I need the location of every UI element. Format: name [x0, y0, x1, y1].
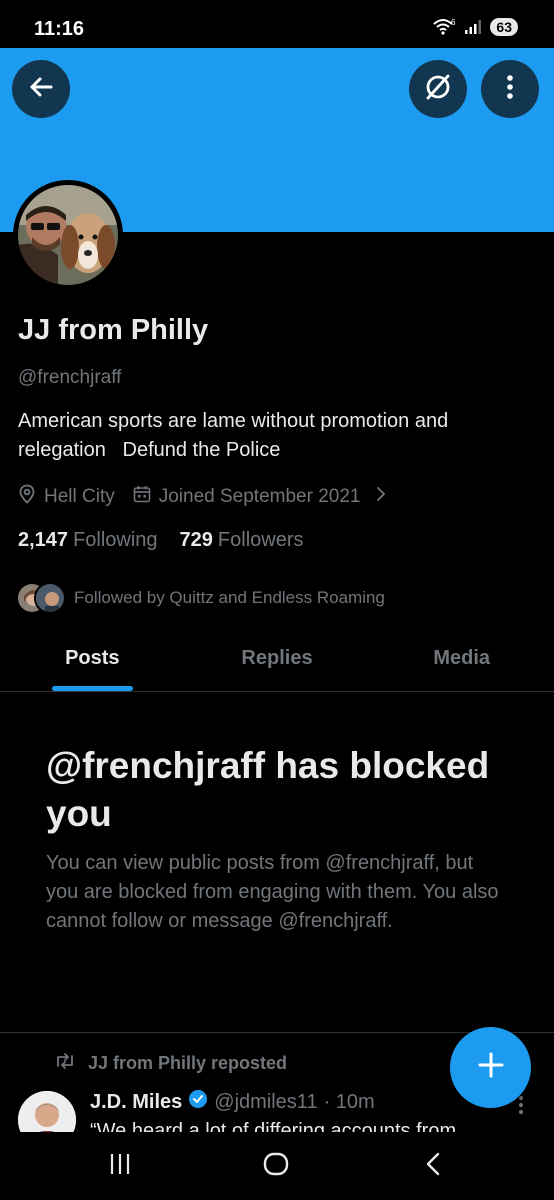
battery-indicator: 63	[490, 18, 518, 36]
active-tab-indicator	[52, 686, 133, 691]
tab-replies[interactable]: Replies	[185, 630, 370, 686]
status-icons: 6 63	[432, 18, 518, 36]
signal-icon	[464, 19, 482, 35]
follow-stats: 2,147 Following 729 Followers	[18, 529, 304, 552]
profile-meta: Hell City Joined September 2021	[18, 484, 387, 510]
calendar-icon	[133, 485, 151, 509]
bio-line-1: American sports are lame without promoti…	[18, 410, 449, 432]
verified-badge-icon	[188, 1089, 208, 1115]
system-nav-bar	[0, 1132, 554, 1200]
tweet-text[interactable]: “We heard a lot of differing accounts fr…	[90, 1118, 520, 1132]
joined-item[interactable]: Joined September 2021	[133, 485, 361, 509]
profile-bio: American sports are lame without promoti…	[18, 407, 538, 465]
slashed-circle-icon	[423, 72, 453, 107]
tweet-time: · 10m	[323, 1090, 375, 1113]
back-nav-icon[interactable]	[420, 1150, 448, 1183]
profile-tabs: Posts Replies Media	[0, 630, 554, 692]
status-time: 11:16	[34, 18, 85, 40]
followers-link[interactable]: 729 Followers	[180, 529, 304, 552]
joined-text: Joined September 2021	[158, 486, 361, 507]
tweet-author-handle[interactable]: @jdmiles11	[214, 1091, 317, 1114]
wifi-icon: 6	[432, 18, 456, 36]
more-vertical-icon	[505, 73, 515, 106]
home-icon[interactable]	[262, 1150, 290, 1183]
arrow-left-icon	[27, 73, 55, 106]
following-label: Following	[73, 529, 158, 551]
tweet-author-name[interactable]: J.D. Miles	[90, 1091, 182, 1114]
compose-button[interactable]	[450, 1027, 531, 1108]
blocked-description: You can view public posts from @frenchjr…	[46, 852, 499, 932]
avatar-image	[18, 185, 118, 285]
tab-posts[interactable]: Posts	[0, 630, 185, 686]
profile-avatar[interactable]	[13, 180, 123, 290]
blocked-title: @frenchjraff has blocked you	[46, 745, 490, 834]
repost-indicator: JJ from Philly reposted	[54, 1052, 287, 1075]
repost-icon	[54, 1052, 76, 1075]
followed-by-text: Followed by Quittz and Endless Roaming	[74, 588, 385, 607]
svg-text:6: 6	[451, 18, 456, 27]
repost-label: JJ from Philly reposted	[88, 1053, 288, 1073]
location-item: Hell City	[18, 484, 115, 510]
back-button[interactable]	[12, 60, 70, 118]
tab-media[interactable]: Media	[369, 630, 554, 686]
followed-by-avatars	[16, 582, 70, 614]
more-options-button[interactable]	[481, 60, 539, 118]
chevron-right-icon[interactable]	[375, 485, 387, 509]
follower-avatar	[34, 582, 66, 614]
following-link[interactable]: 2,147 Following	[18, 529, 158, 552]
recents-icon[interactable]	[106, 1150, 134, 1183]
followed-by-row[interactable]: Followed by Quittz and Endless Roaming	[16, 582, 385, 614]
tweet-header: J.D. Miles @jdmiles11 · 10m	[90, 1089, 375, 1115]
following-count: 2,147	[18, 529, 69, 551]
grok-button[interactable]	[409, 60, 467, 118]
tweet-more-icon[interactable]	[517, 1094, 525, 1121]
plus-icon	[477, 1051, 505, 1084]
followers-count: 729	[179, 529, 213, 551]
display-name: JJ from Philly	[18, 314, 209, 346]
bio-line-2: relegation Defund the Police	[18, 439, 281, 461]
followers-label: Followers	[217, 529, 304, 551]
location-pin-icon	[18, 484, 36, 510]
status-bar: 11:16 6 63	[0, 0, 554, 48]
profile-handle: @frenchjraff	[18, 367, 122, 388]
location-text: Hell City	[44, 486, 115, 507]
